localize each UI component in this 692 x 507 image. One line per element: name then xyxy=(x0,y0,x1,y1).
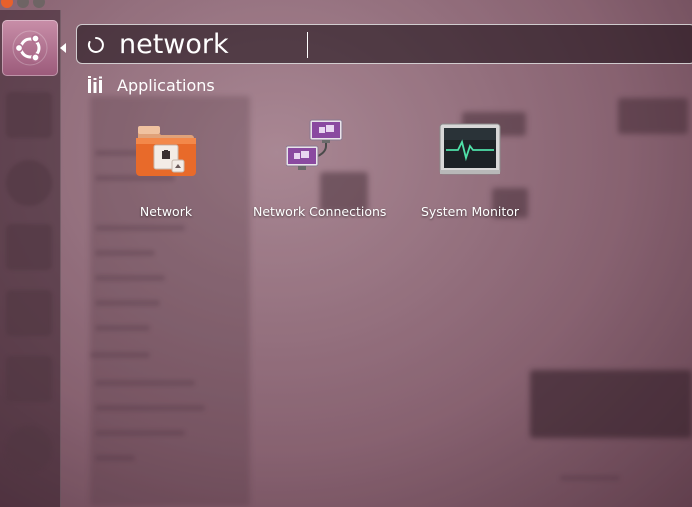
window-controls xyxy=(0,0,45,10)
close-window-button[interactable] xyxy=(1,0,13,8)
launcher xyxy=(0,10,61,507)
category-label: Applications xyxy=(117,75,215,95)
result-label: Network Connections xyxy=(253,204,387,219)
spinner-icon xyxy=(87,37,104,53)
launcher-browser-icon[interactable] xyxy=(6,160,52,206)
launcher-files-icon[interactable] xyxy=(6,92,52,138)
launcher-writer-icon[interactable] xyxy=(6,224,52,270)
launcher-impress-icon[interactable] xyxy=(6,356,52,402)
search-input[interactable] xyxy=(119,27,619,63)
text-cursor xyxy=(307,32,308,58)
ubuntu-logo-icon xyxy=(12,30,48,66)
network-folder-icon xyxy=(136,126,196,176)
network-connections-icon xyxy=(286,119,343,170)
launcher-software-icon[interactable] xyxy=(6,426,52,472)
dash-home-button[interactable] xyxy=(2,20,58,76)
category-header[interactable]: Applications xyxy=(86,72,215,98)
launcher-calc-icon[interactable] xyxy=(6,290,52,336)
minimize-window-button[interactable] xyxy=(17,0,29,8)
active-launcher-arrow xyxy=(60,43,66,53)
result-network-connections[interactable]: Network Connections xyxy=(253,118,387,219)
result-network[interactable]: Network xyxy=(101,118,231,219)
dash-search-bar[interactable] xyxy=(76,24,692,64)
system-monitor-icon xyxy=(439,123,501,175)
maximize-window-button[interactable] xyxy=(33,0,45,8)
result-label: System Monitor xyxy=(420,204,520,219)
result-label: Network xyxy=(139,204,193,219)
result-system-monitor[interactable]: System Monitor xyxy=(405,118,535,219)
applications-category-icon xyxy=(88,76,102,93)
